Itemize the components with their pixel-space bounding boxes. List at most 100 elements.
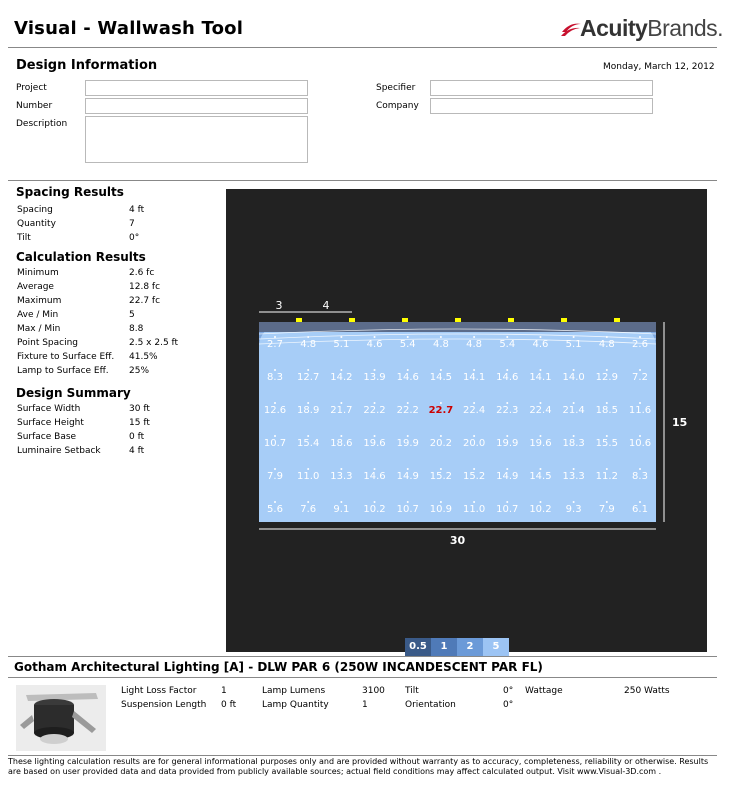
luminaire-divider xyxy=(8,656,717,657)
design-summary-heading: Design Summary xyxy=(16,386,131,400)
calculation-result-value: 2.6 fc xyxy=(129,268,155,278)
grid-value: 19.9 xyxy=(397,438,419,449)
grid-value: 13.9 xyxy=(363,372,385,383)
grid-point xyxy=(506,468,509,470)
grid-point xyxy=(539,501,542,503)
logo-swoosh-icon xyxy=(561,23,581,36)
calculation-result-value: 5 xyxy=(129,310,135,320)
luminaire-spec-value: 1 xyxy=(362,700,368,710)
grid-value: 12.7 xyxy=(297,372,319,383)
grid-point xyxy=(274,369,276,371)
luminaire-marker xyxy=(349,318,355,322)
spacing-result-label: Tilt xyxy=(17,233,31,243)
grid-point xyxy=(274,435,276,437)
grid-value: 18.6 xyxy=(330,438,352,449)
grid-value: 11.2 xyxy=(596,471,618,482)
number-field[interactable] xyxy=(85,98,308,114)
design-summary-value: 4 ft xyxy=(129,446,145,456)
company-label: Company xyxy=(376,101,419,111)
luminaire-spec-label: Tilt xyxy=(405,686,419,696)
page-title: Visual - Wallwash Tool xyxy=(14,18,244,39)
grid-value: 18.3 xyxy=(563,438,585,449)
grid-point xyxy=(572,468,575,470)
grid-value: 14.9 xyxy=(496,471,518,482)
grid-point xyxy=(473,402,476,404)
grid-point xyxy=(539,402,542,404)
grid-value: 10.2 xyxy=(529,504,551,515)
grid-point xyxy=(307,435,310,437)
grid-value: 7.2 xyxy=(632,372,648,383)
grid-point xyxy=(506,435,509,437)
grid-value: 12.6 xyxy=(264,405,286,416)
grid-value: 10.7 xyxy=(397,504,419,515)
grid-point xyxy=(473,435,476,437)
project-field[interactable] xyxy=(85,80,308,96)
grid-value: 14.0 xyxy=(563,372,585,383)
disclaimer-divider xyxy=(8,755,717,756)
grid-point xyxy=(307,402,310,404)
grid-point xyxy=(274,501,276,503)
luminaire-title-divider xyxy=(8,677,717,678)
grid-point xyxy=(373,402,376,404)
grid-value: 14.5 xyxy=(430,372,452,383)
grid-point xyxy=(605,402,608,404)
grid-value: 4.6 xyxy=(533,339,549,350)
luminaire-marker xyxy=(296,318,302,322)
grid-value: 10.7 xyxy=(264,438,286,449)
luminaire-thumbnail-icon xyxy=(16,685,106,751)
description-field[interactable] xyxy=(85,116,308,163)
grid-point xyxy=(274,402,276,404)
luminaire-spec-label: Wattage xyxy=(525,686,563,696)
grid-value: 9.1 xyxy=(333,504,349,515)
luminaire-spec-value: 0° xyxy=(503,700,514,710)
illuminated-surface xyxy=(259,322,656,522)
grid-value: 22.4 xyxy=(463,405,485,416)
company-field[interactable] xyxy=(430,98,653,114)
grid-value: 19.6 xyxy=(529,438,551,449)
grid-value: 8.3 xyxy=(632,471,648,482)
grid-point xyxy=(473,501,476,503)
luminaire-spec-label: Lamp Lumens xyxy=(262,686,326,696)
grid-point xyxy=(439,402,442,404)
calculation-result-label: Max / Min xyxy=(17,324,61,334)
grid-point xyxy=(439,369,442,371)
luminaire-marker xyxy=(614,318,620,322)
offset-label: 3 xyxy=(276,299,283,312)
grid-point xyxy=(572,402,575,404)
isoline-legend: 0.5 1 2 5 xyxy=(405,634,509,656)
grid-value: 5.4 xyxy=(400,339,416,350)
grid-point xyxy=(506,369,509,371)
calculation-result-value: 41.5% xyxy=(129,352,158,362)
grid-point xyxy=(373,369,376,371)
calculation-result-value: 22.7 fc xyxy=(129,296,161,306)
spacing-results-heading: Spacing Results xyxy=(16,185,124,199)
grid-point xyxy=(506,402,509,404)
grid-value: 4.6 xyxy=(367,339,383,350)
grid-point xyxy=(406,468,409,470)
grid-point xyxy=(340,336,343,338)
grid-point xyxy=(307,369,310,371)
grid-value: 20.0 xyxy=(463,438,485,449)
grid-point xyxy=(539,369,542,371)
grid-point xyxy=(605,501,608,503)
grid-point xyxy=(473,369,476,371)
grid-value: 5.1 xyxy=(566,339,582,350)
luminaire-spec-label: Lamp Quantity xyxy=(262,700,329,710)
grid-value: 14.6 xyxy=(397,372,419,383)
specifier-field[interactable] xyxy=(430,80,653,96)
grid-point xyxy=(373,435,376,437)
grid-value: 4.8 xyxy=(433,339,449,350)
grid-value: 4.8 xyxy=(300,339,316,350)
grid-point xyxy=(572,369,575,371)
spacing-result-label: Spacing xyxy=(17,205,53,215)
grid-point xyxy=(340,369,343,371)
grid-value: 19.6 xyxy=(363,438,385,449)
grid-point xyxy=(639,402,641,404)
grid-value: 18.5 xyxy=(596,405,618,416)
grid-point xyxy=(439,336,442,338)
legend-swatch-0-5: 0.5 xyxy=(405,638,431,656)
grid-point xyxy=(439,501,442,503)
illuminance-plot-svg: 3 4 30 15 2.7 4.8 5.1 4.6 5.4 4.8 4.8 5.4 4.6 5.1 4.8 2… xyxy=(258,299,687,547)
grid-point xyxy=(373,336,376,338)
grid-value: 7.6 xyxy=(300,504,316,515)
